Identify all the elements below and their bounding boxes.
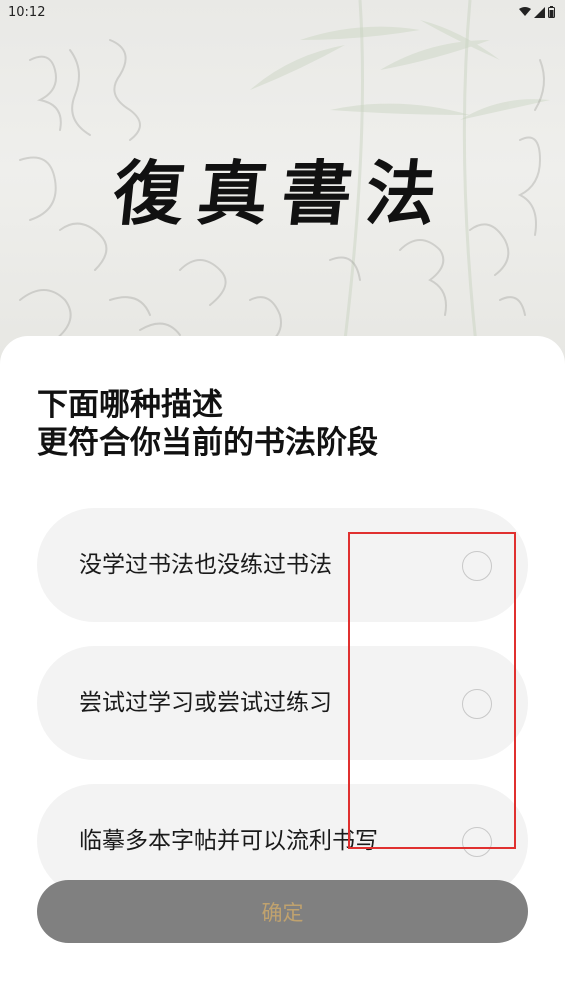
radio-button[interactable]: [462, 689, 492, 719]
battery-icon: [548, 6, 555, 18]
app-title-logo: 復真書法: [109, 152, 455, 235]
question-title: 下面哪种描述 更符合你当前的书法阶段: [37, 386, 527, 462]
radio-button[interactable]: [462, 551, 492, 581]
option-label: 没学过书法也没练过书法: [79, 552, 332, 578]
option-tried-learning[interactable]: 尝试过学习或尝试过练习: [37, 646, 528, 760]
confirm-button[interactable]: 确定: [37, 880, 528, 943]
question-line-2: 更符合你当前的书法阶段: [37, 425, 378, 461]
radio-button[interactable]: [462, 827, 492, 857]
option-no-experience[interactable]: 没学过书法也没练过书法: [37, 508, 528, 622]
status-time: 10:12: [8, 4, 46, 20]
status-bar: 10:12: [0, 0, 565, 24]
status-icons: [519, 6, 555, 18]
wifi-icon: [519, 7, 531, 16]
cell-signal-icon: [534, 6, 545, 18]
question-line-1: 下面哪种描述: [37, 387, 223, 423]
question-sheet: 下面哪种描述 更符合你当前的书法阶段 没学过书法也没练过书法 尝试过学习或尝试过…: [0, 336, 565, 1004]
option-label: 尝试过学习或尝试过练习: [79, 690, 332, 716]
